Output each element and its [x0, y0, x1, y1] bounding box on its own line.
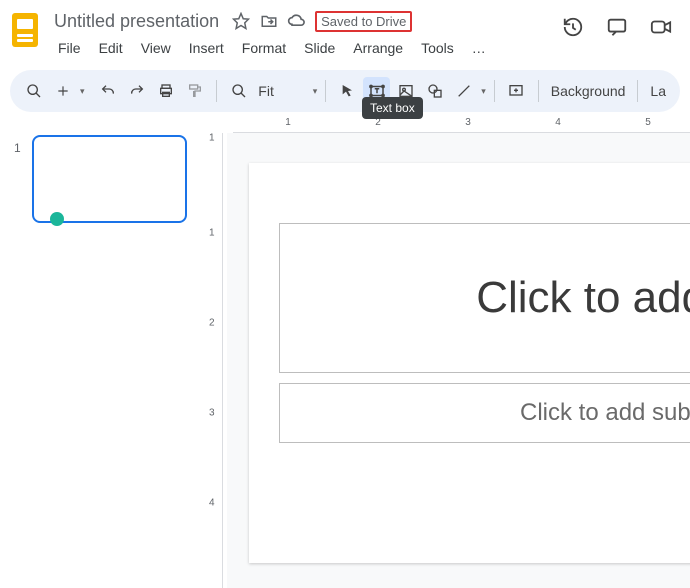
ruler-v-tick: 1 [209, 228, 215, 239]
menu-tools[interactable]: Tools [413, 36, 462, 60]
subtitle-placeholder-text: Click to add subtitle [520, 399, 690, 427]
shape-tool-icon[interactable] [421, 77, 448, 105]
ruler-h-tick: 1 [285, 117, 291, 128]
app-header: Untitled presentation Saved to Drive Fil… [0, 0, 690, 64]
line-tool-icon[interactable] [450, 77, 477, 105]
title-placeholder-text: Click to add title [476, 273, 690, 323]
move-folder-icon[interactable] [259, 11, 279, 31]
menu-more[interactable]: … [464, 36, 494, 60]
title-placeholder-box[interactable]: Click to add title [279, 223, 690, 373]
toolbar-separator [637, 80, 638, 102]
slide-thumbnail-1[interactable] [32, 135, 187, 223]
chevron-down-icon[interactable]: ▾ [313, 86, 318, 97]
ruler-h-tick: 4 [555, 117, 561, 128]
filmstrip: 1 [0, 115, 205, 588]
menu-edit[interactable]: Edit [91, 36, 131, 60]
paint-format-icon[interactable] [181, 77, 208, 105]
slides-logo[interactable] [12, 13, 38, 47]
menu-insert[interactable]: Insert [181, 36, 232, 60]
print-icon[interactable] [152, 77, 179, 105]
menu-bar: File Edit View Insert Format Slide Arran… [50, 36, 560, 60]
ruler-v-tick: 2 [209, 318, 215, 329]
zoom-level[interactable]: Fit [254, 83, 278, 99]
menu-arrange[interactable]: Arrange [345, 36, 411, 60]
video-icon[interactable] [648, 14, 674, 40]
background-button[interactable]: Background [547, 83, 630, 99]
slide-canvas[interactable]: Click to add title Click to add subtitle [249, 163, 690, 563]
undo-icon[interactable] [94, 77, 121, 105]
slide-number: 1 [14, 141, 21, 155]
select-tool-icon[interactable] [334, 77, 361, 105]
comment-tool-icon[interactable] [503, 77, 530, 105]
layout-button[interactable]: La [646, 83, 670, 99]
menu-slide[interactable]: Slide [296, 36, 343, 60]
ruler-h-tick: 3 [465, 117, 471, 128]
canvas-background[interactable]: Click to add title Click to add subtitle [227, 133, 690, 588]
toolbar: ▾ Fit ▾ ▾ Background La [10, 70, 680, 112]
tooltip-textbox: Text box [362, 97, 423, 119]
canvas-area: 1 2 3 4 5 6 1 1 2 3 4 Click to add title… [205, 115, 690, 588]
comment-icon[interactable] [604, 14, 630, 40]
toolbar-separator [325, 80, 326, 102]
menu-view[interactable]: View [133, 36, 179, 60]
ruler-v-tick: 3 [209, 408, 215, 419]
title-area: Untitled presentation Saved to Drive Fil… [50, 8, 560, 60]
toolbar-separator [538, 80, 539, 102]
menu-file[interactable]: File [50, 36, 89, 60]
toolbar-separator [216, 80, 217, 102]
horizontal-ruler[interactable]: 1 2 3 4 5 6 [233, 115, 690, 133]
chevron-down-icon[interactable]: ▾ [80, 86, 85, 97]
history-icon[interactable] [560, 14, 586, 40]
new-slide-icon[interactable] [49, 77, 76, 105]
search-icon[interactable] [20, 77, 47, 105]
ruler-v-tick: 1 [209, 133, 215, 144]
subtitle-placeholder-box[interactable]: Click to add subtitle [279, 383, 690, 443]
ruler-h-tick: 5 [645, 117, 651, 128]
header-right [560, 8, 678, 40]
workspace: 1 1 2 3 4 5 6 1 1 2 3 4 Click to add tit… [0, 115, 690, 588]
redo-icon[interactable] [123, 77, 150, 105]
zoom-icon[interactable] [225, 77, 252, 105]
toolbar-separator [494, 80, 495, 102]
document-title[interactable]: Untitled presentation [50, 9, 223, 34]
chevron-down-icon[interactable]: ▾ [481, 86, 486, 97]
cloud-icon[interactable] [287, 11, 307, 31]
menu-format[interactable]: Format [234, 36, 294, 60]
ruler-v-tick: 4 [209, 498, 215, 509]
star-icon[interactable] [231, 11, 251, 31]
save-status[interactable]: Saved to Drive [315, 11, 412, 32]
vertical-ruler[interactable]: 1 1 2 3 4 [205, 133, 223, 588]
